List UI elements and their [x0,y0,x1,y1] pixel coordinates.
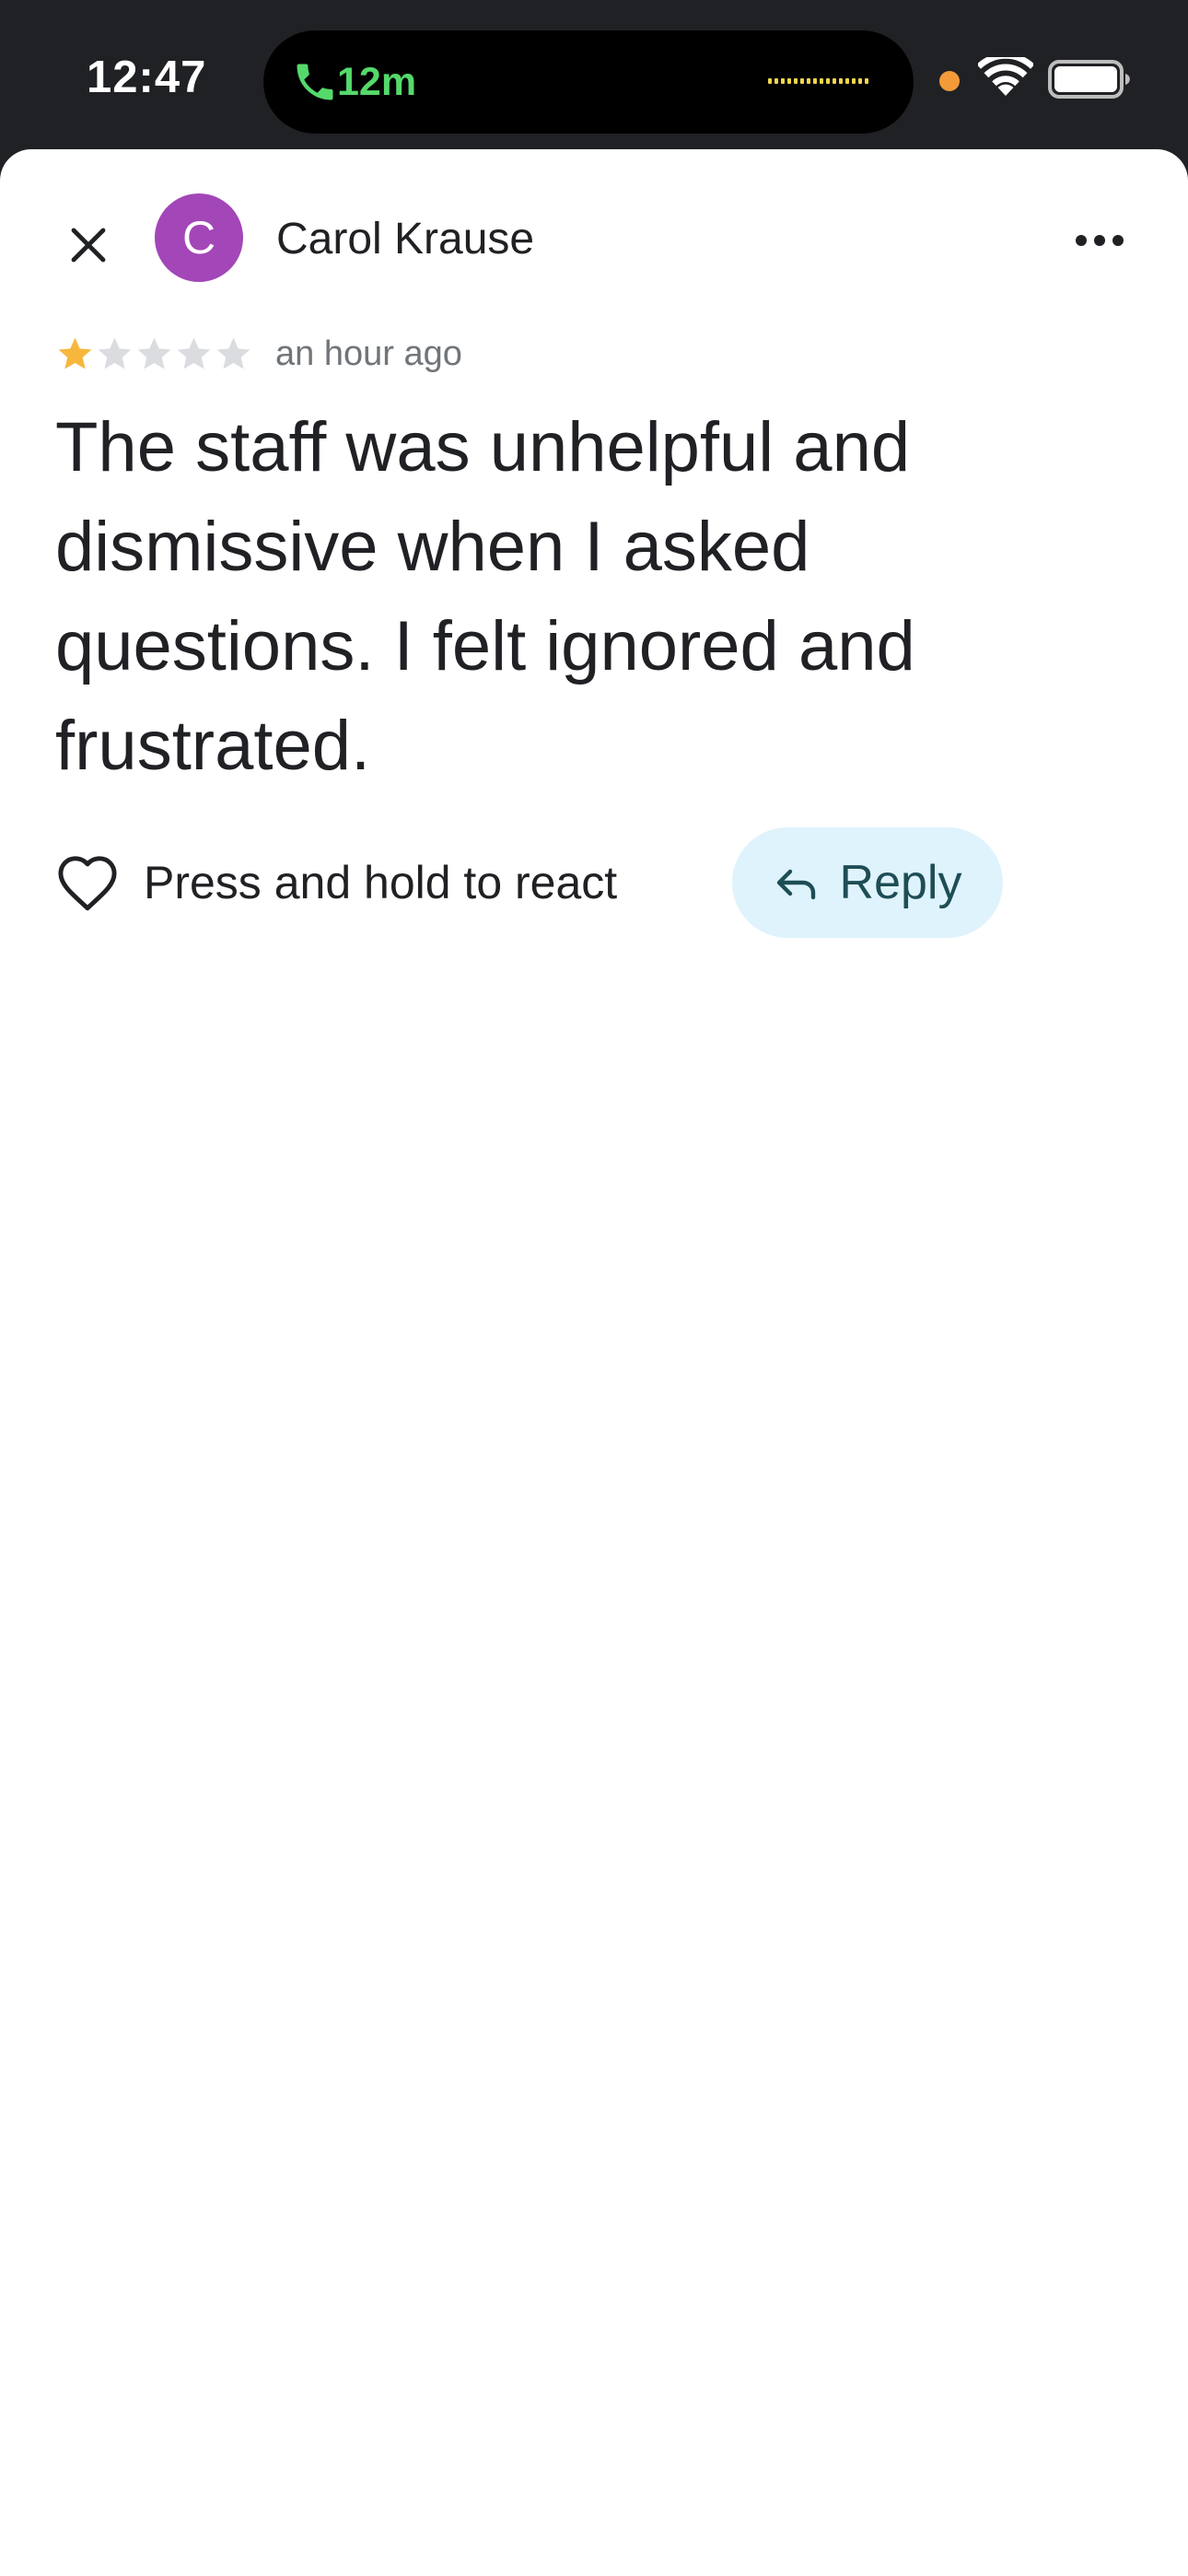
rating-row: an hour ago [55,330,462,378]
audio-waveform-icon [768,78,877,86]
star-filled-icon [58,337,92,369]
star-rating [55,334,253,374]
dynamic-island-call[interactable]: 12m [263,30,914,134]
status-bar: 12:47 12m [0,0,1188,161]
reply-label: Reply [839,856,962,909]
privacy-indicator-dot [939,71,960,91]
star-empty-icon [98,337,132,369]
react-button[interactable]: Press and hold to react [55,827,617,938]
star-empty-icon [137,337,171,369]
more-dot-icon [1094,235,1105,246]
phone-icon [297,64,333,100]
heart-icon [58,856,117,911]
more-dot-icon [1076,235,1087,246]
close-button[interactable] [48,205,129,286]
wifi-icon [978,57,1033,96]
react-label: Press and hold to react [144,857,618,908]
reply-arrow-icon [776,869,815,900]
reply-button[interactable]: Reply [732,827,1003,938]
status-time: 12:47 [87,53,207,102]
more-options-button[interactable] [1059,210,1140,271]
battery-icon [1048,60,1130,99]
star-empty-icon [177,337,211,369]
more-dot-icon [1112,235,1124,246]
star-empty-icon [216,337,250,369]
close-icon [71,228,106,263]
review-sheet: C Carol Krause an hour ago The staff was… [0,149,1188,2576]
author-name[interactable]: Carol Krause [276,214,534,264]
call-duration: 12m [337,60,417,104]
review-timestamp: an hour ago [275,334,462,373]
review-text: The staff was unhelpful and dismissive w… [55,408,915,785]
avatar[interactable]: C [155,193,243,282]
